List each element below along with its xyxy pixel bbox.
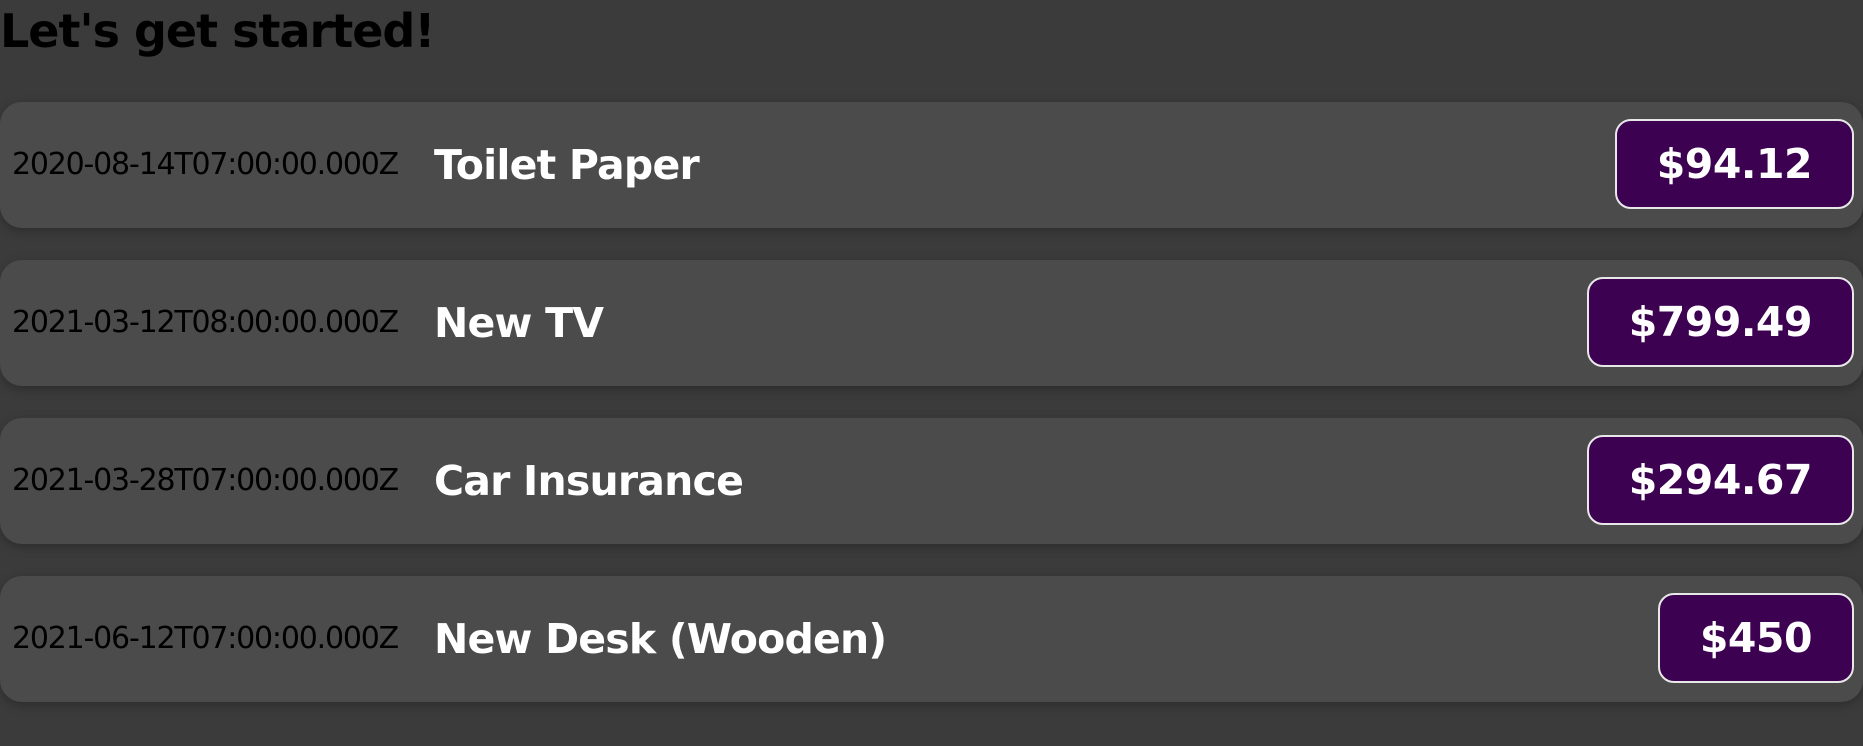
expense-item[interactable]: 2020-08-14T07:00:00.000Z Toilet Paper $9… — [0, 102, 1863, 228]
expense-date: 2021-06-12T07:00:00.000Z — [12, 621, 399, 656]
expense-price-badge: $294.67 — [1586, 435, 1854, 525]
expense-price-badge: $450 — [1657, 593, 1854, 683]
expense-title: New TV — [434, 299, 604, 347]
expense-title: Toilet Paper — [434, 141, 700, 189]
expense-title: New Desk (Wooden) — [434, 615, 887, 663]
expense-date: 2021-03-12T08:00:00.000Z — [12, 305, 399, 340]
expense-price-badge: $799.49 — [1586, 277, 1854, 367]
expense-date: 2021-03-28T07:00:00.000Z — [12, 463, 399, 498]
expense-price-badge: $94.12 — [1614, 119, 1854, 209]
expense-title: Car Insurance — [434, 457, 744, 505]
expense-date: 2020-08-14T07:00:00.000Z — [12, 147, 399, 182]
page-title: Let's get started! — [0, 4, 435, 58]
expense-list: 2020-08-14T07:00:00.000Z Toilet Paper $9… — [0, 102, 1863, 734]
expense-item[interactable]: 2021-03-28T07:00:00.000Z Car Insurance $… — [0, 418, 1863, 544]
expense-item[interactable]: 2021-06-12T07:00:00.000Z New Desk (Woode… — [0, 576, 1863, 702]
expense-item[interactable]: 2021-03-12T08:00:00.000Z New TV $799.49 — [0, 260, 1863, 386]
